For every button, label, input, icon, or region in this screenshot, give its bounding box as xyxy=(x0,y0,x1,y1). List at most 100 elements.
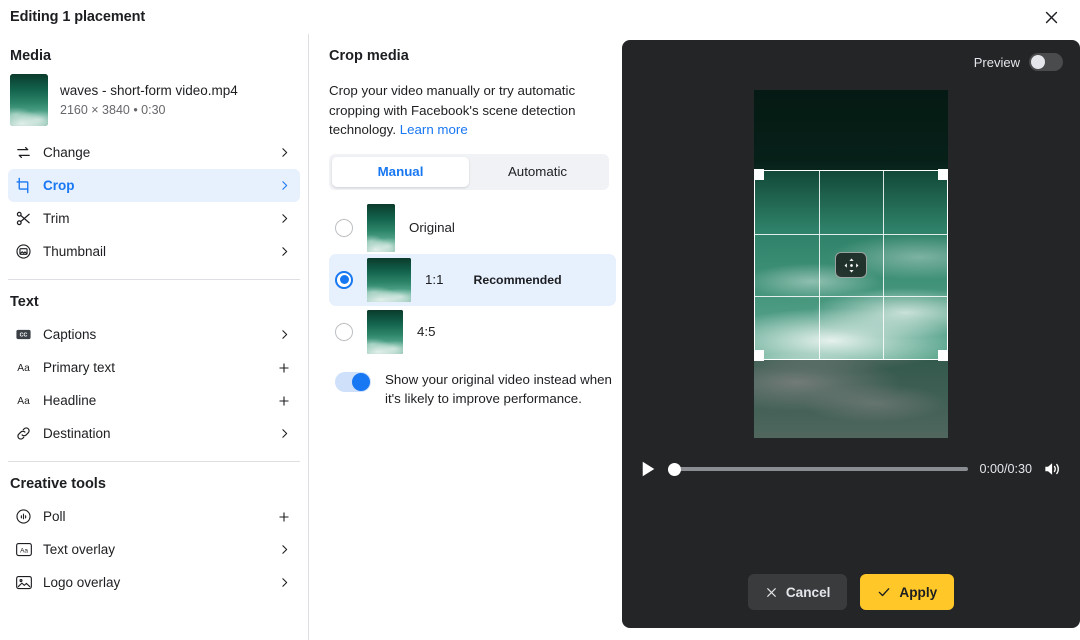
crop-handle-top-left[interactable] xyxy=(754,169,764,180)
sidebar-item-thumbnail[interactable]: Thumbnail xyxy=(8,235,300,268)
close-icon xyxy=(766,587,776,597)
chevron-right-icon xyxy=(276,327,292,343)
video-preview-panel: Preview 0:00/0:30 Cancel Apply xyxy=(622,40,1080,628)
close-button[interactable] xyxy=(1036,2,1066,32)
scissors-icon xyxy=(14,209,33,228)
editor-sidebar: Media waves - short-form video.mp4 2160 … xyxy=(0,34,308,640)
media-file-name: waves - short-form video.mp4 xyxy=(60,82,238,98)
media-summary[interactable]: waves - short-form video.mp4 2160 × 3840… xyxy=(0,72,308,136)
sidebar-item-change[interactable]: Change xyxy=(8,136,300,169)
video-frame[interactable] xyxy=(754,90,948,438)
crop-panel-description: Crop your video manually or try automati… xyxy=(329,81,614,140)
preview-action-bar: Cancel Apply xyxy=(622,556,1080,628)
check-icon xyxy=(879,588,890,597)
ratio-thumbnail xyxy=(367,309,403,354)
learn-more-link[interactable]: Learn more xyxy=(400,122,468,137)
sidebar-item-label: Logo overlay xyxy=(43,575,121,590)
svg-text:CC: CC xyxy=(20,332,28,338)
ratio-label: Original xyxy=(409,220,455,235)
page-title: Editing 1 placement xyxy=(10,9,146,25)
chevron-right-icon xyxy=(276,244,292,260)
sidebar-item-poll[interactable]: Poll xyxy=(8,500,300,533)
link-icon xyxy=(14,424,33,443)
close-icon xyxy=(1045,11,1057,23)
chevron-right-icon xyxy=(276,211,292,227)
scrubber-knob[interactable] xyxy=(668,462,681,476)
swap-arrows-icon xyxy=(14,143,33,162)
sidebar-item-label: Headline xyxy=(43,393,97,408)
ratio-thumbnail xyxy=(367,203,395,252)
crop-handle-bottom-right[interactable] xyxy=(938,350,948,361)
sidebar-item-primary-text[interactable]: Aa Primary text xyxy=(8,351,300,384)
sidebar-item-logo-overlay[interactable]: Logo overlay xyxy=(8,566,300,599)
svg-text:Aa: Aa xyxy=(17,363,30,374)
ratio-option-4-5[interactable]: 4:5 xyxy=(329,306,616,358)
sidebar-item-label: Poll xyxy=(43,509,66,524)
dialog-body: Media waves - short-form video.mp4 2160 … xyxy=(0,34,1080,640)
cancel-button[interactable]: Cancel xyxy=(747,574,848,610)
play-button[interactable] xyxy=(639,460,657,478)
crop-handle-bottom-left[interactable] xyxy=(754,350,764,361)
radio-button[interactable] xyxy=(335,322,353,341)
text-overlay-icon: Aa xyxy=(14,540,33,559)
sidebar-item-text-overlay[interactable]: Aa Text overlay xyxy=(8,533,300,566)
section-title-text: Text xyxy=(10,294,39,310)
volume-button[interactable] xyxy=(1043,459,1063,479)
sidebar-item-captions[interactable]: CC Captions xyxy=(8,318,300,351)
volume-icon xyxy=(1045,463,1059,475)
crop-move-handle[interactable] xyxy=(835,252,867,278)
dialog-header: Editing 1 placement xyxy=(0,0,1080,34)
ratio-thumbnail xyxy=(367,257,411,302)
media-thumbnail xyxy=(10,74,48,126)
sidebar-item-label: Primary text xyxy=(43,360,116,375)
chevron-right-icon xyxy=(276,178,292,194)
crop-handle-top-right[interactable] xyxy=(938,169,948,180)
sidebar-item-crop[interactable]: Crop xyxy=(8,169,300,202)
sidebar-item-label: Change xyxy=(43,145,91,160)
grid-line xyxy=(818,171,820,359)
ratio-label: 1:1 xyxy=(425,272,444,287)
ratio-label: 4:5 xyxy=(417,324,436,339)
tab-automatic[interactable]: Automatic xyxy=(469,157,606,187)
sidebar-item-label: Text overlay xyxy=(43,542,116,557)
grid-line xyxy=(882,171,884,359)
preview-toggle-row: Preview xyxy=(622,40,1080,84)
chevron-right-icon xyxy=(276,426,292,442)
video-stage xyxy=(622,84,1080,444)
tab-manual[interactable]: Manual xyxy=(332,156,469,187)
sidebar-item-destination[interactable]: Destination xyxy=(8,417,300,450)
original-video-toggle-label: Show your original video instead when it… xyxy=(385,371,612,407)
crop-icon xyxy=(14,176,33,195)
video-controls: 0:00/0:30 xyxy=(622,444,1080,484)
radio-button[interactable] xyxy=(335,218,353,237)
text-aa-icon: Aa xyxy=(14,391,33,410)
section-title-creative-tools: Creative tools xyxy=(10,476,106,492)
text-aa-icon: Aa xyxy=(14,358,33,377)
ratio-option-1-1[interactable]: 1:1 Recommended xyxy=(329,253,616,306)
original-video-fallback-row: Show your original video instead when it… xyxy=(329,370,621,409)
crop-selection-box[interactable] xyxy=(754,169,948,361)
svg-text:Aa: Aa xyxy=(17,396,30,407)
closed-captions-icon: CC xyxy=(14,325,33,344)
sidebar-item-label: Destination xyxy=(43,426,111,441)
cancel-button-label: Cancel xyxy=(785,584,831,600)
sidebar-item-headline[interactable]: Aa Headline xyxy=(8,384,300,417)
poll-icon xyxy=(14,507,33,526)
edit-placement-dialog: Editing 1 placement Media waves - short-… xyxy=(0,0,1080,640)
apply-button-label: Apply xyxy=(899,584,938,600)
svg-text:Aa: Aa xyxy=(20,548,28,555)
original-video-toggle[interactable] xyxy=(335,371,371,392)
play-icon xyxy=(642,461,654,477)
scrubber-track xyxy=(668,467,969,471)
ratio-option-original[interactable]: Original xyxy=(329,202,616,254)
chevron-right-icon xyxy=(276,542,292,558)
move-icon xyxy=(844,258,858,272)
sidebar-item-label: Trim xyxy=(43,211,70,226)
grid-line xyxy=(755,296,947,298)
sidebar-item-trim[interactable]: Trim xyxy=(8,202,300,235)
apply-button[interactable]: Apply xyxy=(860,574,955,610)
video-scrubber[interactable] xyxy=(668,462,969,476)
radio-button[interactable] xyxy=(335,270,353,289)
preview-toggle[interactable] xyxy=(1029,53,1063,71)
grid-line xyxy=(755,233,947,235)
